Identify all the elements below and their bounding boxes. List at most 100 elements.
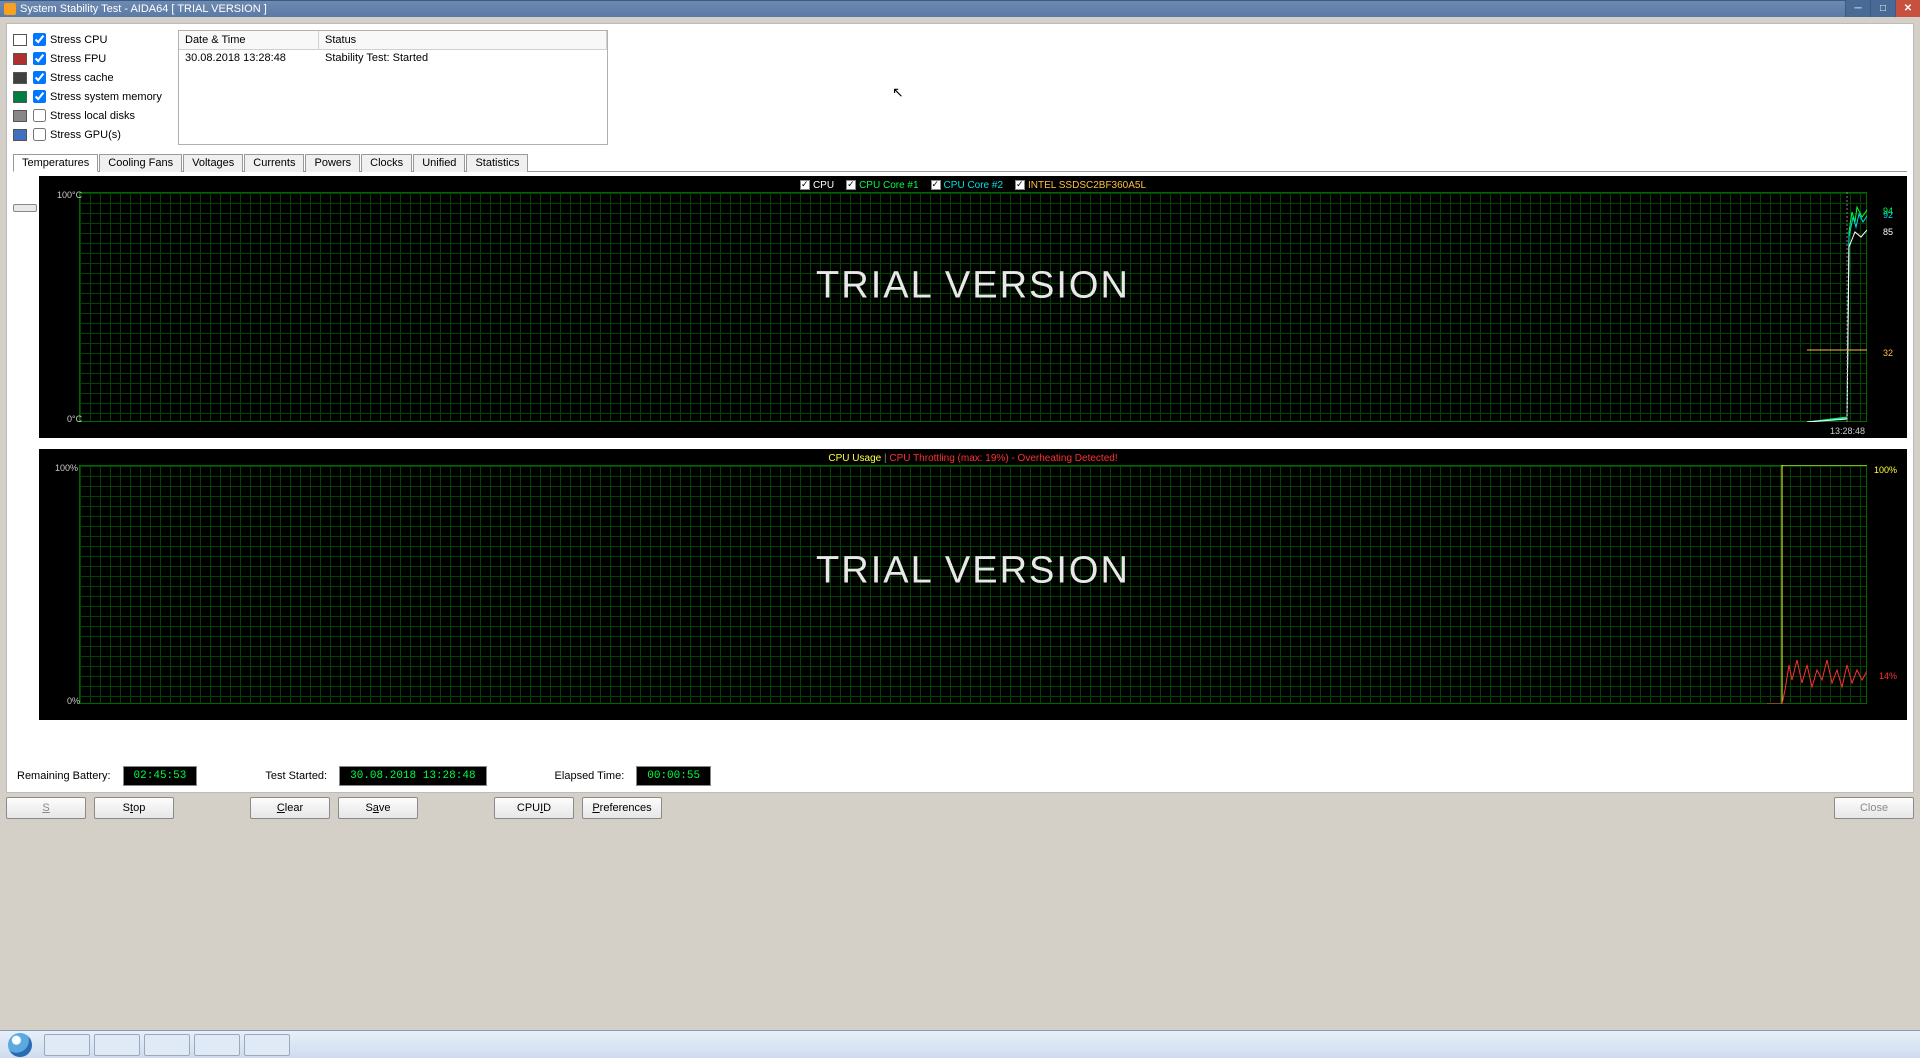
legend-checkbox[interactable]: [800, 180, 810, 190]
maximize-button[interactable]: □: [1870, 0, 1895, 17]
stress-options: Stress CPU Stress FPU Stress cache Stress s…: [13, 30, 168, 145]
legend-label: CPU: [813, 180, 834, 191]
legend-checkbox[interactable]: [931, 180, 941, 190]
status-row: Remaining Battery: 02:45:53 Test Started…: [13, 766, 1907, 786]
button-bar: S Stop Clear Save CPUID Preferences Clos…: [6, 795, 1914, 821]
save-button[interactable]: Save: [338, 797, 418, 819]
device-icon: [13, 129, 27, 141]
device-icon: [13, 110, 27, 122]
title-bar: System Stability Test - AIDA64 [ TRIAL V…: [0, 0, 1920, 17]
stress-label: Stress cache: [50, 72, 114, 84]
legend-label: CPU Core #2: [944, 180, 1003, 191]
tab-temperatures[interactable]: Temperatures: [13, 154, 98, 172]
taskbar-item[interactable]: [244, 1034, 290, 1056]
tab-voltages[interactable]: Voltages: [183, 154, 243, 172]
scale-handle[interactable]: [13, 204, 37, 212]
y-axis-top: 100%: [55, 463, 78, 473]
started-value: 30.08.2018 13:28:48: [339, 766, 486, 786]
device-icon: [13, 91, 27, 103]
tab-unified[interactable]: Unified: [413, 154, 465, 172]
close-button[interactable]: Close: [1834, 797, 1914, 819]
legend-cpu-usage: CPU Usage: [828, 453, 881, 464]
legend-item[interactable]: CPU Core #1: [846, 180, 918, 191]
tab-strip: TemperaturesCooling FansVoltagesCurrents…: [13, 153, 1907, 172]
stress-checkbox[interactable]: [33, 90, 46, 103]
window-title: System Stability Test - AIDA64 [ TRIAL V…: [20, 3, 267, 15]
legend-throttling: CPU Throttling (max: 19%) - Overheating …: [889, 453, 1117, 464]
stress-checkbox[interactable]: [33, 52, 46, 65]
value-label: 100%: [1874, 465, 1897, 475]
stress-checkbox[interactable]: [33, 109, 46, 122]
stress-option: Stress FPU: [13, 49, 168, 68]
battery-label: Remaining Battery:: [17, 770, 111, 782]
legend-label: CPU Core #1: [859, 180, 918, 191]
start-button[interactable]: S: [6, 797, 86, 819]
start-menu-button[interactable]: [0, 1031, 40, 1058]
stress-label: Stress GPU(s): [50, 129, 121, 141]
cpu-usage-chart: CPU Usage | CPU Throttling (max: 19%) - …: [39, 449, 1907, 720]
elapsed-value: 00:00:55: [636, 766, 711, 786]
value-label: 14%: [1879, 671, 1897, 681]
stress-checkbox[interactable]: [33, 33, 46, 46]
tab-clocks[interactable]: Clocks: [361, 154, 412, 172]
legend-label: INTEL SSDSC2BF360A5L: [1028, 180, 1146, 191]
windows-orb-icon: [8, 1033, 32, 1057]
taskbar-item[interactable]: [94, 1034, 140, 1056]
y-axis-bot: 0%: [67, 696, 80, 706]
stress-label: Stress CPU: [50, 34, 107, 46]
preferences-button[interactable]: Preferences: [582, 797, 662, 819]
stress-checkbox[interactable]: [33, 71, 46, 84]
stress-option: Stress GPU(s): [13, 125, 168, 144]
x-axis-time: 13:28:48: [1830, 426, 1865, 436]
stress-option: Stress cache: [13, 68, 168, 87]
battery-value: 02:45:53: [123, 766, 198, 786]
main-panel: Stress CPU Stress FPU Stress cache Stress s…: [6, 23, 1914, 793]
watermark-text: TRIAL VERSION: [816, 549, 1130, 592]
value-label: 92: [1883, 210, 1893, 220]
usage-traces: [1767, 465, 1867, 704]
minimize-button[interactable]: ─: [1845, 0, 1870, 17]
clear-button[interactable]: Clear: [250, 797, 330, 819]
legend-checkbox[interactable]: [846, 180, 856, 190]
log-header-date[interactable]: Date & Time: [179, 31, 319, 49]
log-header-status[interactable]: Status: [319, 31, 607, 49]
log-table: Date & Time Status 30.08.2018 13:28:48 S…: [178, 30, 608, 145]
log-row-status: Stability Test: Started: [319, 50, 607, 66]
stress-checkbox[interactable]: [33, 128, 46, 141]
tab-powers[interactable]: Powers: [305, 154, 360, 172]
stress-option: Stress CPU: [13, 30, 168, 49]
log-row-date: 30.08.2018 13:28:48: [179, 50, 319, 66]
tab-cooling-fans[interactable]: Cooling Fans: [99, 154, 182, 172]
stress-label: Stress FPU: [50, 53, 106, 65]
tab-statistics[interactable]: Statistics: [466, 154, 528, 172]
charts-area: CPU CPU Core #1 CPU Core #2 INTEL SSDSC2BF3…: [13, 176, 1907, 720]
device-icon: [13, 72, 27, 84]
stress-label: Stress local disks: [50, 110, 135, 122]
y-axis-bot: 0°C: [67, 414, 82, 424]
tab-currents[interactable]: Currents: [244, 154, 304, 172]
watermark-text: TRIAL VERSION: [816, 265, 1130, 308]
cpuid-button[interactable]: CPUID: [494, 797, 574, 819]
log-row[interactable]: 30.08.2018 13:28:48 Stability Test: Star…: [179, 50, 607, 66]
legend-item[interactable]: CPU: [800, 180, 834, 191]
value-label: 32: [1883, 348, 1893, 358]
legend-checkbox[interactable]: [1015, 180, 1025, 190]
taskbar-item[interactable]: [194, 1034, 240, 1056]
taskbar[interactable]: [0, 1030, 1920, 1058]
taskbar-item[interactable]: [44, 1034, 90, 1056]
chart-legend: CPU CPU Core #1 CPU Core #2 INTEL SSDSC2BF3…: [39, 180, 1907, 191]
chart-legend: CPU Usage | CPU Throttling (max: 19%) - …: [39, 453, 1907, 464]
legend-item[interactable]: INTEL SSDSC2BF360A5L: [1015, 180, 1146, 191]
elapsed-label: Elapsed Time:: [555, 770, 625, 782]
stop-button[interactable]: Stop: [94, 797, 174, 819]
taskbar-item[interactable]: [144, 1034, 190, 1056]
legend-item[interactable]: CPU Core #2: [931, 180, 1003, 191]
app-icon: [4, 3, 16, 15]
temperature-traces: [1807, 192, 1867, 422]
stress-label: Stress system memory: [50, 91, 162, 103]
close-window-button[interactable]: ✕: [1895, 0, 1920, 17]
started-label: Test Started:: [265, 770, 327, 782]
y-axis-top: 100°C: [57, 190, 82, 200]
temperature-chart: CPU CPU Core #1 CPU Core #2 INTEL SSDSC2BF3…: [39, 176, 1907, 438]
stress-option: Stress system memory: [13, 87, 168, 106]
